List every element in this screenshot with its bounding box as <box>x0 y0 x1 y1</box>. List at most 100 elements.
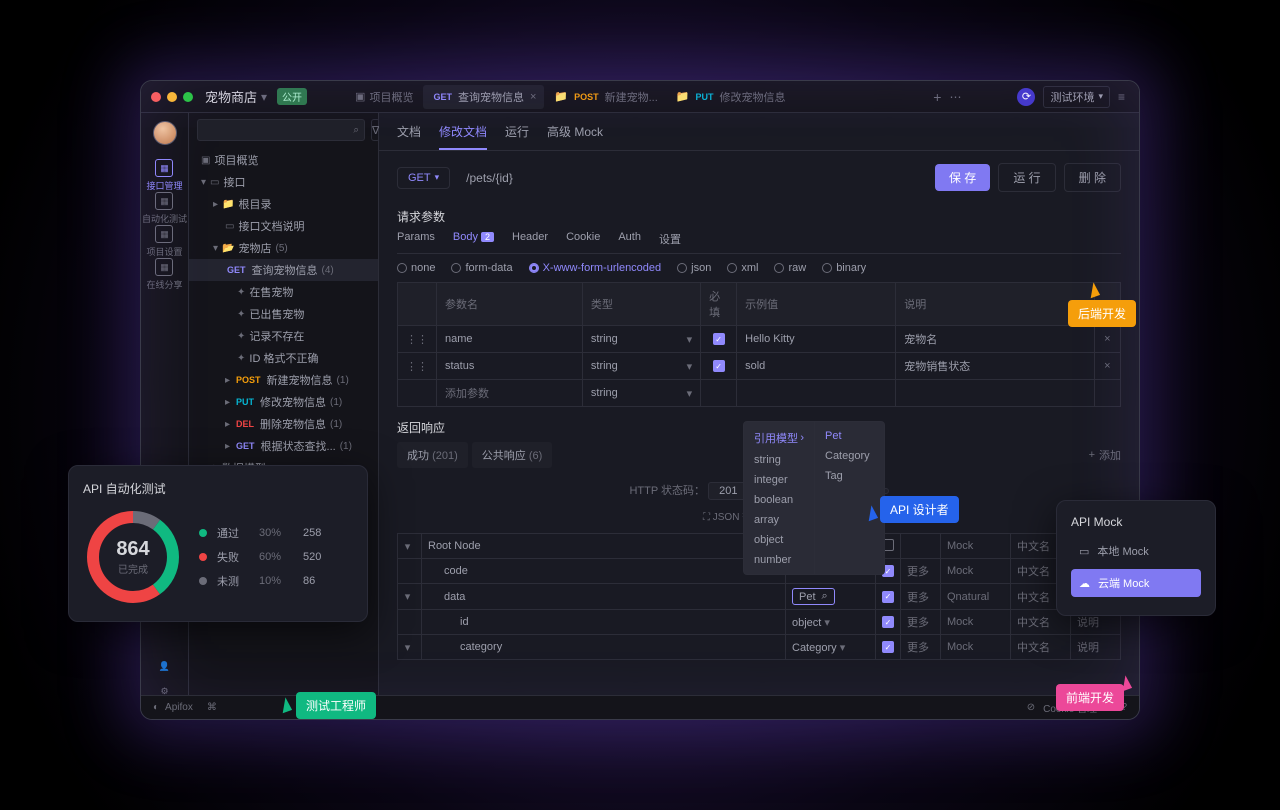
minimize-window-icon[interactable] <box>167 92 177 102</box>
path-input[interactable]: /pets/{id} <box>458 167 927 189</box>
request-subtab[interactable]: Header <box>512 231 548 247</box>
environment-selector[interactable]: 测试环境 ▾ <box>1043 86 1110 108</box>
param-desc-cell[interactable]: 宠物销售状态 <box>896 353 1095 380</box>
request-subtab[interactable]: Body2 <box>453 231 494 247</box>
menu-icon[interactable]: ≡ <box>1118 90 1125 104</box>
tree-item[interactable]: ▸PUT修改宠物信息(1) <box>189 391 378 413</box>
chevron-icon[interactable]: ▾ <box>213 243 218 254</box>
tree-item[interactable]: ▾📂宠物店(5) <box>189 237 378 259</box>
more-cell[interactable]: 更多 <box>901 635 941 660</box>
body-type-radio[interactable]: form-data <box>451 262 512 274</box>
mock-option[interactable]: ▭本地 Mock <box>1071 537 1201 565</box>
tree-item[interactable]: ▸📁根目录 <box>189 193 378 215</box>
param-type-cell[interactable]: string ▾ <box>582 353 700 380</box>
rail-item[interactable]: ▦接口管理 <box>142 159 187 192</box>
close-window-icon[interactable] <box>151 92 161 102</box>
body-type-radio[interactable]: json <box>677 262 711 274</box>
chevron-icon[interactable]: ▸ <box>225 419 230 430</box>
request-subtab[interactable]: Cookie <box>566 231 600 247</box>
user-avatar[interactable] <box>153 121 177 145</box>
delete-button[interactable]: 删 除 <box>1064 163 1121 192</box>
remove-row-icon[interactable]: × <box>1094 326 1120 353</box>
tree-item[interactable]: ✦记录不存在 <box>189 325 378 347</box>
chevron-down-icon[interactable]: ▾ <box>840 642 846 654</box>
param-name-cell[interactable]: name <box>437 326 583 353</box>
param-example-cell[interactable]: sold <box>737 353 896 380</box>
chevron-down-icon[interactable]: ▾ <box>261 90 267 104</box>
type-option[interactable]: array <box>744 510 814 530</box>
request-subtab[interactable]: Params <box>397 231 435 247</box>
response-tab-success[interactable]: 成功 (201) <box>397 442 468 468</box>
main-tab[interactable]: 高级 Mock <box>547 123 603 150</box>
remove-row-icon[interactable]: × <box>1094 353 1120 380</box>
mock-option[interactable]: ☁云端 Mock <box>1071 569 1201 597</box>
add-response-button[interactable]: + 添加 <box>1089 442 1121 468</box>
body-type-radio[interactable]: raw <box>774 262 806 274</box>
traffic-lights[interactable] <box>151 92 193 102</box>
chevron-down-icon[interactable]: ▾ <box>687 360 693 373</box>
mock-cell[interactable]: Qnatural <box>941 584 1011 610</box>
chevron-down-icon[interactable]: ▾ <box>687 333 693 346</box>
required-checkbox[interactable]: ✓ <box>713 360 725 372</box>
schema-name-cell[interactable]: code <box>422 559 786 584</box>
type-option[interactable]: boolean <box>744 490 814 510</box>
desc-cell[interactable]: 说明 <box>1071 635 1121 660</box>
save-button[interactable]: 保 存 <box>935 164 990 191</box>
maximize-window-icon[interactable] <box>183 92 193 102</box>
param-name-cell[interactable]: status <box>437 353 583 380</box>
type-option[interactable]: object <box>744 530 814 550</box>
type-option[interactable]: Category <box>815 446 884 466</box>
mock-cell[interactable]: Mock <box>941 610 1011 635</box>
more-cell[interactable]: 更多 <box>901 584 941 610</box>
document-tab[interactable]: 📁POST新建宠物... <box>546 85 665 109</box>
tree-item[interactable]: GET查询宠物信息(4) <box>189 259 378 281</box>
tree-item[interactable]: ▾▭接口 <box>189 171 378 193</box>
mock-cell[interactable]: Mock <box>941 559 1011 584</box>
schema-type-cell[interactable]: Category ▾ <box>786 635 876 660</box>
chevron-icon[interactable]: ▾ <box>201 177 206 188</box>
more-cell[interactable]: 更多 <box>901 559 941 584</box>
main-tab[interactable]: 文档 <box>397 123 421 150</box>
type-option[interactable]: string <box>744 450 814 470</box>
drag-handle-icon[interactable]: ⋮⋮ <box>398 353 437 380</box>
chevron-down-icon[interactable]: ▾ <box>824 617 830 629</box>
param-example-cell[interactable]: Hello Kitty <box>737 326 896 353</box>
type-option[interactable]: integer <box>744 470 814 490</box>
type-menu-header[interactable]: 引用模型› <box>744 426 814 450</box>
document-tab[interactable]: 📁PUT修改宠物信息 <box>668 85 794 109</box>
project-title[interactable]: 宠物商店 <box>205 87 257 106</box>
document-tab[interactable]: GET查询宠物信息× <box>423 85 544 109</box>
schema-name-cell[interactable]: category <box>422 635 786 660</box>
schema-name-cell[interactable]: data <box>422 584 786 610</box>
required-checkbox[interactable]: ✓ <box>713 333 725 345</box>
required-checkbox[interactable]: ✓ <box>882 641 894 653</box>
document-tab[interactable]: ▣项目概览 <box>347 85 421 109</box>
close-tab-icon[interactable]: × <box>530 91 536 103</box>
drag-handle-icon[interactable]: ⋮⋮ <box>398 326 437 353</box>
mock-cell[interactable]: Mock <box>941 635 1011 660</box>
request-subtab[interactable]: Auth <box>618 231 641 247</box>
param-type-cell[interactable]: string ▾ <box>582 380 700 407</box>
schema-type-cell[interactable]: Pet⌕ <box>786 584 876 610</box>
rail-item[interactable]: ▦项目设置 <box>142 225 187 258</box>
main-tab[interactable]: 运行 <box>505 123 529 150</box>
response-tab-common[interactable]: 公共响应 (6) <box>472 442 553 468</box>
required-checkbox[interactable]: ✓ <box>882 616 894 628</box>
main-tab[interactable]: 修改文档 <box>439 123 487 150</box>
request-subtab[interactable]: 设置 <box>659 231 681 247</box>
more-tabs-icon[interactable]: ⋯ <box>949 90 961 104</box>
rail-item[interactable]: ▦自动化测试 <box>142 192 187 225</box>
tree-item[interactable]: ▸DEL删除宠物信息(1) <box>189 413 378 435</box>
chevron-icon[interactable]: ▸ <box>225 375 230 386</box>
body-type-radio[interactable]: none <box>397 262 435 274</box>
expand-icon[interactable]: ▾ <box>405 642 411 654</box>
tree-item[interactable]: ✦ID 格式不正确 <box>189 347 378 369</box>
body-type-radio[interactable]: X-www-form-urlencoded <box>529 262 662 274</box>
tree-item[interactable]: ▸GET根据状态查找...(1) <box>189 435 378 457</box>
type-option[interactable]: number <box>744 550 814 570</box>
tree-item[interactable]: ▸POST新建宠物信息(1) <box>189 369 378 391</box>
more-cell[interactable] <box>901 534 941 559</box>
param-desc-cell[interactable]: 宠物名 <box>896 326 1095 353</box>
add-tab-icon[interactable]: + <box>933 89 941 105</box>
body-type-radio[interactable]: binary <box>822 262 866 274</box>
